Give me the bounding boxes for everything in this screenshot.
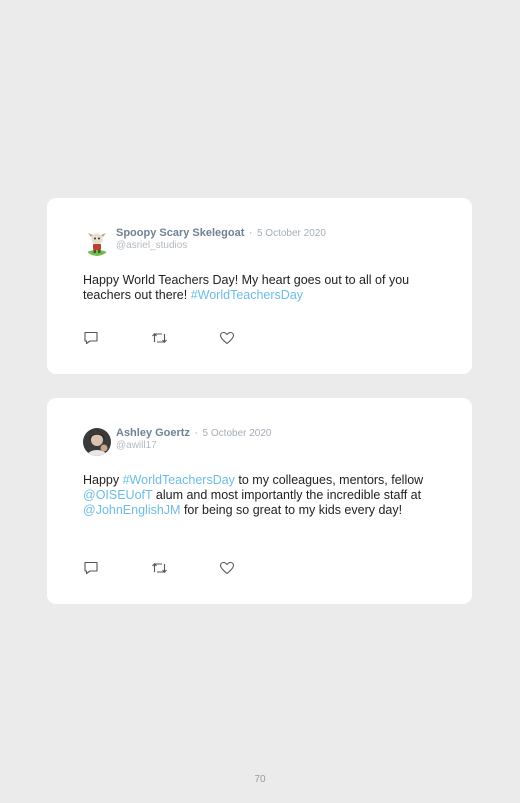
avatar[interactable] bbox=[83, 428, 111, 456]
tweet-text: Happy #WorldTeachersDay to my colleagues… bbox=[83, 473, 448, 518]
heart-icon bbox=[219, 331, 235, 345]
text-segment: alum and most importantly the incredible… bbox=[152, 488, 422, 502]
mention-link[interactable]: @OISEUofT bbox=[83, 488, 152, 502]
heart-icon bbox=[219, 561, 235, 575]
tweet-date[interactable]: 5 October 2020 bbox=[257, 228, 326, 239]
tweet-actions bbox=[83, 331, 287, 345]
tweet-date[interactable]: 5 October 2020 bbox=[203, 428, 272, 439]
reply-button[interactable] bbox=[83, 331, 151, 345]
separator-dot: · bbox=[194, 427, 199, 439]
text-segment: for being so great to my kids every day! bbox=[180, 503, 403, 517]
tweet-card: Spoopy Scary Skelegoat · 5 October 2020 … bbox=[47, 198, 472, 374]
separator-dot: · bbox=[248, 227, 253, 239]
hashtag-link[interactable]: #WorldTeachersDay bbox=[191, 288, 303, 302]
user-handle[interactable]: @asriel_studios bbox=[116, 240, 326, 252]
tweet-text: Happy World Teachers Day! My heart goes … bbox=[83, 273, 448, 303]
retweet-button[interactable] bbox=[151, 561, 219, 575]
display-name[interactable]: Ashley Goertz bbox=[116, 427, 190, 439]
hashtag-link[interactable]: #WorldTeachersDay bbox=[123, 473, 235, 487]
like-button[interactable] bbox=[219, 331, 287, 345]
reply-button[interactable] bbox=[83, 561, 151, 575]
page-number: 70 bbox=[254, 774, 266, 785]
mention-link[interactable]: @JohnEnglishJM bbox=[83, 503, 180, 517]
reply-icon bbox=[84, 561, 98, 575]
retweet-icon bbox=[152, 332, 167, 344]
tweet-header: Spoopy Scary Skelegoat · 5 October 2020 … bbox=[83, 226, 326, 256]
tweet-actions bbox=[83, 561, 287, 575]
text-segment: Happy bbox=[83, 473, 123, 487]
user-handle[interactable]: @awill17 bbox=[116, 440, 271, 452]
tweet-header: Ashley Goertz · 5 October 2020 @awill17 bbox=[83, 426, 271, 456]
display-name[interactable]: Spoopy Scary Skelegoat bbox=[116, 227, 244, 239]
text-segment: to my colleagues, mentors, fellow bbox=[234, 473, 424, 487]
retweet-button[interactable] bbox=[151, 331, 219, 345]
reply-icon bbox=[84, 331, 98, 345]
retweet-icon bbox=[152, 562, 167, 574]
avatar[interactable] bbox=[83, 228, 111, 256]
tweet-card: Ashley Goertz · 5 October 2020 @awill17 … bbox=[47, 398, 472, 604]
like-button[interactable] bbox=[219, 561, 287, 575]
